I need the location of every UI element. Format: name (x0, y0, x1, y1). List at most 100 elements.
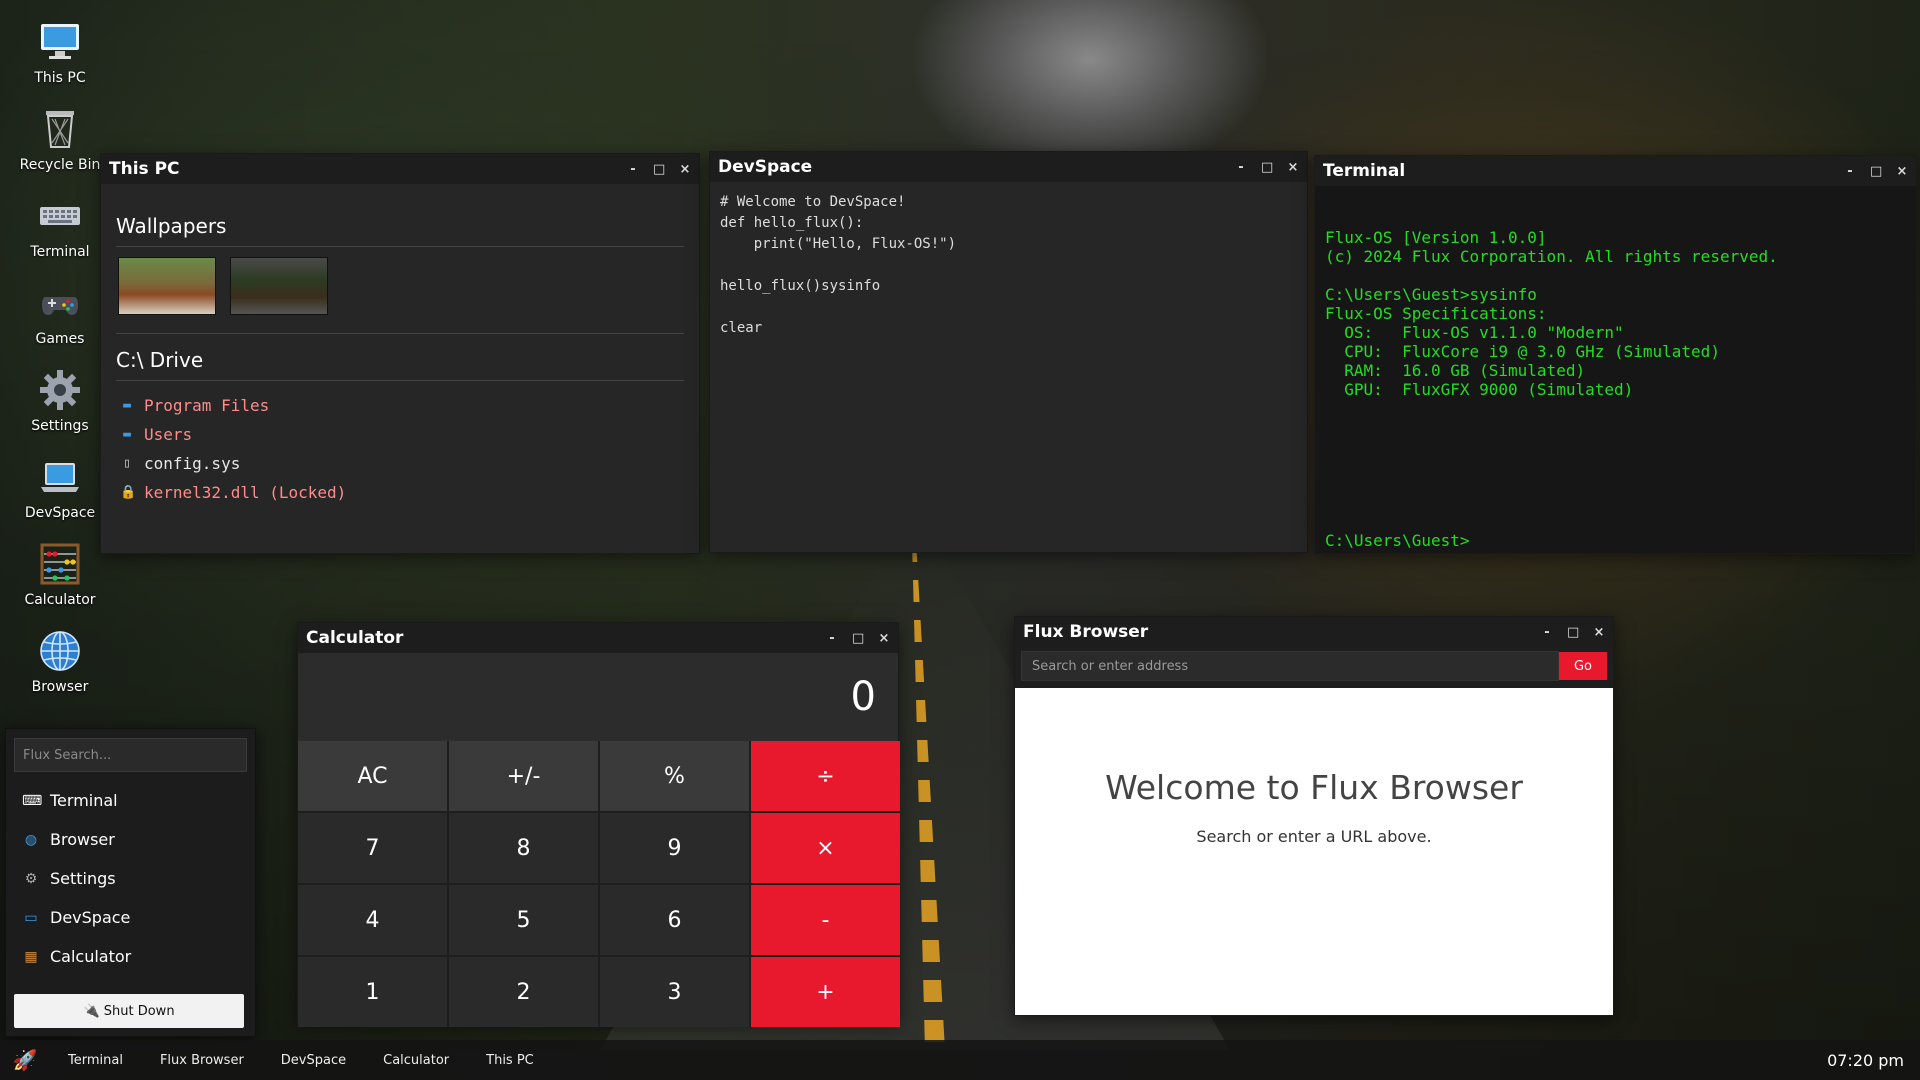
start-menu-item-browser[interactable]: ◍ Browser (6, 820, 255, 859)
close-button[interactable]: × (1896, 164, 1908, 179)
minimize-button[interactable]: - (1844, 164, 1856, 179)
taskbar-item-flux-browser[interactable]: Flux Browser (142, 1053, 263, 1068)
calc-button-9[interactable]: 9 (600, 813, 749, 883)
calc-button-percent[interactable]: % (600, 741, 749, 811)
desktop-icon-terminal[interactable]: Terminal (14, 192, 106, 279)
taskbar-item-terminal[interactable]: Terminal (50, 1053, 142, 1068)
terminal-window: Terminal - □ × Flux-OS [Version 1.0.0] (… (1314, 155, 1917, 554)
calc-button-8[interactable]: 8 (449, 813, 598, 883)
file-name: Program Files (144, 396, 270, 415)
laptop-icon (36, 453, 84, 501)
start-button[interactable]: 🚀 (0, 1048, 50, 1072)
calc-button-clear[interactable]: AC (298, 741, 447, 811)
maximize-button[interactable]: □ (852, 631, 864, 646)
globe-icon (36, 627, 84, 675)
this-pc-window: This PC - □ × Wallpapers C:\ Drive ▬ Pro… (100, 153, 700, 554)
calc-button-2[interactable]: 2 (449, 957, 598, 1027)
wallpaper-road (600, 540, 1230, 1050)
maximize-button[interactable]: □ (1261, 160, 1273, 175)
browser-window: Flux Browser - □ × Search or enter addre… (1014, 616, 1614, 1016)
close-button[interactable]: × (1287, 160, 1299, 175)
maximize-button[interactable]: □ (653, 162, 665, 177)
browser-titlebar[interactable]: Flux Browser - □ × (1015, 617, 1613, 647)
calc-button-divide[interactable]: ÷ (751, 741, 900, 811)
desktop-icon-recycle-bin[interactable]: Recycle Bin (14, 105, 106, 192)
file-row-users[interactable]: ▬ Users (116, 420, 684, 449)
devspace-titlebar[interactable]: DevSpace - □ × (710, 152, 1307, 182)
browser-welcome-text: Search or enter a URL above. (1196, 827, 1432, 846)
calc-button-subtract[interactable]: - (751, 885, 900, 955)
calc-button-7[interactable]: 7 (298, 813, 447, 883)
address-bar-input[interactable]: Search or enter address (1021, 651, 1559, 681)
document-icon: ▯ (123, 456, 131, 471)
taskbar-item-this-pc[interactable]: This PC (468, 1053, 553, 1068)
minimize-button[interactable]: - (826, 631, 838, 646)
wallpaper-thumbnail-horse[interactable] (118, 257, 216, 315)
this-pc-titlebar[interactable]: This PC - □ × (101, 154, 699, 184)
close-button[interactable]: × (1593, 625, 1605, 640)
start-menu-search-input[interactable]: Flux Search... (14, 738, 247, 772)
start-menu-item-label: DevSpace (50, 908, 131, 927)
shut-down-button[interactable]: 🔌 Shut Down (14, 994, 244, 1028)
calc-button-multiply[interactable]: × (751, 813, 900, 883)
keyboard-icon (36, 192, 84, 240)
desktop-icon-games[interactable]: Games (14, 279, 106, 366)
calculator-window: Calculator - □ × 0 AC +/- % ÷ 7 8 9 × 4 … (297, 622, 900, 1027)
browser-page: Welcome to Flux Browser Search or enter … (1015, 688, 1613, 1015)
desktop-icon-label: Calculator (24, 592, 96, 608)
window-title: This PC (109, 159, 180, 179)
calc-button-6[interactable]: 6 (600, 885, 749, 955)
desktop-icon-devspace[interactable]: DevSpace (14, 453, 106, 540)
code-editor[interactable]: # Welcome to DevSpace! def hello_flux():… (710, 182, 1307, 349)
desktop-icon-calculator[interactable]: Calculator (14, 540, 106, 627)
gear-icon (36, 366, 84, 414)
gear-icon: ⚙ (24, 870, 38, 887)
desktop-icon-label: Recycle Bin (19, 157, 101, 173)
calc-button-3[interactable]: 3 (600, 957, 749, 1027)
calculator-titlebar[interactable]: Calculator - □ × (298, 623, 898, 653)
terminal-titlebar[interactable]: Terminal - □ × (1315, 156, 1916, 186)
taskbar: 🚀 Terminal Flux Browser DevSpace Calcula… (0, 1040, 1920, 1080)
laptop-icon: ▭ (24, 909, 38, 926)
desktop-icon-browser[interactable]: Browser (14, 627, 106, 714)
keyboard-icon: ⌨ (22, 792, 43, 809)
calc-button-1[interactable]: 1 (298, 957, 447, 1027)
close-button[interactable]: × (679, 162, 691, 177)
file-row-kernel32[interactable]: 🔒 kernel32.dll (Locked) (116, 478, 684, 507)
wallpapers-heading: Wallpapers (116, 194, 684, 247)
calc-button-4[interactable]: 4 (298, 885, 447, 955)
minimize-button[interactable]: - (1541, 625, 1553, 640)
file-row-config-sys[interactable]: ▯ config.sys (116, 449, 684, 478)
terminal-output-area[interactable]: Flux-OS [Version 1.0.0] (c) 2024 Flux Co… (1315, 186, 1916, 554)
gamepad-icon (36, 279, 84, 327)
globe-icon: ◍ (24, 831, 38, 848)
maximize-button[interactable]: □ (1870, 164, 1882, 179)
desktop-icon-label: Browser (31, 679, 89, 695)
start-menu-item-calculator[interactable]: ▦ Calculator (6, 937, 255, 976)
wallpaper-thumbnail-road[interactable] (230, 257, 328, 315)
go-button[interactable]: Go (1559, 652, 1607, 680)
desktop-icon-settings[interactable]: Settings (14, 366, 106, 453)
calc-button-5[interactable]: 5 (449, 885, 598, 955)
start-menu-item-settings[interactable]: ⚙ Settings (6, 859, 255, 898)
taskbar-item-calculator[interactable]: Calculator (365, 1053, 468, 1068)
minimize-button[interactable]: - (1235, 160, 1247, 175)
monitor-icon (36, 18, 84, 66)
maximize-button[interactable]: □ (1567, 625, 1579, 640)
desktop-icons: This PC Recycle Bin Terminal Games Setti… (14, 18, 106, 714)
taskbar-item-devspace[interactable]: DevSpace (263, 1053, 365, 1068)
start-menu-item-label: Settings (50, 869, 116, 888)
file-row-program-files[interactable]: ▬ Program Files (116, 391, 684, 420)
desktop-icon-label: Games (35, 331, 85, 347)
desktop-icon-this-pc[interactable]: This PC (14, 18, 106, 105)
file-name: Users (144, 425, 193, 444)
terminal-prompt[interactable]: C:\Users\Guest> (1325, 531, 1470, 550)
start-menu-item-devspace[interactable]: ▭ DevSpace (6, 898, 255, 937)
calc-button-add[interactable]: + (751, 957, 900, 1027)
start-menu-item-terminal[interactable]: ⌨ Terminal (6, 781, 255, 820)
desktop-icon-label: Terminal (30, 244, 90, 260)
drive-heading: C:\ Drive (116, 334, 684, 381)
close-button[interactable]: × (878, 631, 890, 646)
calc-button-negate[interactable]: +/- (449, 741, 598, 811)
minimize-button[interactable]: - (627, 162, 639, 177)
